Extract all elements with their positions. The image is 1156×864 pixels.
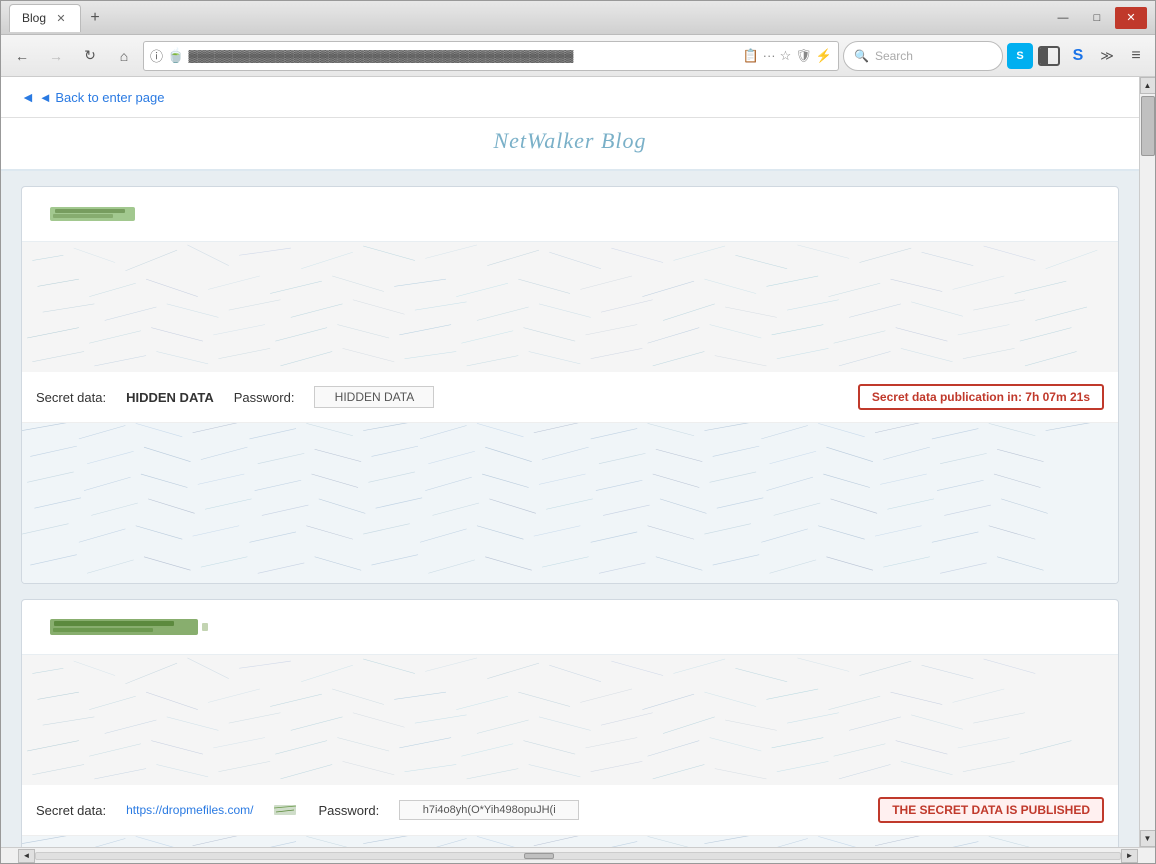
card-2-title-area bbox=[36, 610, 1104, 644]
scroll-thumb[interactable] bbox=[1141, 96, 1155, 156]
home-button[interactable]: ⌂ bbox=[109, 41, 139, 71]
h-scrollbar-track bbox=[35, 852, 1121, 860]
horizontal-scrollbar[interactable]: ◄ ► bbox=[1, 847, 1155, 863]
forward-button[interactable]: → bbox=[41, 41, 71, 71]
tab-title: Blog bbox=[22, 11, 46, 25]
site-header: NetWalker Blog bbox=[1, 118, 1139, 171]
minimize-button[interactable]: — bbox=[1047, 7, 1079, 29]
new-tab-button[interactable]: + bbox=[81, 4, 109, 32]
address-bar[interactable]: ⓘ 🍵 ▓▓▓▓▓▓▓▓▓▓▓▓▓▓▓▓▓▓▓▓▓▓▓▓▓▓▓▓▓▓▓▓▓▓▓▓… bbox=[143, 41, 839, 71]
card-2-status-badge: THE SECRET DATA IS PUBLISHED bbox=[878, 797, 1104, 823]
blog-container: Secret data: HIDDEN DATA Password: HIDDE… bbox=[1, 171, 1139, 847]
site-title: NetWalker Blog bbox=[21, 128, 1119, 154]
card-1-secret-label: Secret data: bbox=[36, 390, 106, 405]
reload-button[interactable]: ↻ bbox=[75, 41, 105, 71]
sidebar-toggle-button[interactable] bbox=[1036, 43, 1062, 69]
more-tools-button[interactable]: ≫ bbox=[1094, 43, 1120, 69]
card-1-title-area bbox=[36, 197, 1104, 231]
title-scribble-icon bbox=[50, 205, 140, 223]
zap-icon: ⚡ bbox=[816, 48, 832, 64]
card-2-noise-bottom bbox=[22, 836, 1118, 847]
title-scribble-2-icon bbox=[50, 618, 210, 636]
card-1-header bbox=[22, 187, 1118, 242]
vertical-scrollbar[interactable]: ▲ ▼ bbox=[1139, 77, 1155, 847]
card-1-noise-bottom bbox=[22, 423, 1118, 583]
content-area[interactable]: ◄ ◄ Back to enter page NetWalker Blog bbox=[1, 77, 1139, 847]
title-bar: Blog ✕ + — □ ✕ bbox=[1, 1, 1155, 35]
card-2-password-label: Password: bbox=[319, 803, 380, 818]
card-2-secret-link[interactable]: https://dropmefiles.com/ bbox=[126, 803, 253, 817]
card-1-password-value: HIDDEN DATA bbox=[314, 386, 434, 408]
search-bar[interactable]: 🔍 Search bbox=[843, 41, 1003, 71]
nav-bar: ← → ↻ ⌂ ⓘ 🍵 ▓▓▓▓▓▓▓▓▓▓▓▓▓▓▓▓▓▓▓▓▓▓▓▓▓▓▓▓… bbox=[1, 35, 1155, 77]
search-icon: 🔍 bbox=[854, 49, 869, 63]
info-icon: ⓘ bbox=[150, 46, 163, 65]
page-content: ◄ ◄ Back to enter page NetWalker Blog bbox=[1, 77, 1139, 847]
bookmark-icon: 📋 bbox=[742, 48, 758, 64]
card-1-password-label: Password: bbox=[234, 390, 295, 405]
skype-button[interactable]: S bbox=[1007, 43, 1033, 69]
close-button[interactable]: ✕ bbox=[1115, 7, 1147, 29]
card-2-header bbox=[22, 600, 1118, 655]
content-wrapper: ◄ ◄ Back to enter page NetWalker Blog bbox=[1, 77, 1155, 847]
scroll-up-button[interactable]: ▲ bbox=[1140, 77, 1156, 94]
card-1-secret-value: HIDDEN DATA bbox=[126, 390, 214, 405]
address-text: ▓▓▓▓▓▓▓▓▓▓▓▓▓▓▓▓▓▓▓▓▓▓▓▓▓▓▓▓▓▓▓▓▓▓▓▓▓▓▓▓… bbox=[188, 49, 738, 63]
card-1-noise-top bbox=[22, 242, 1118, 372]
blog-card-2: Secret data: https://dropmefiles.com/ Pa… bbox=[21, 599, 1119, 847]
sync-button[interactable]: S bbox=[1065, 43, 1091, 69]
star-icon: ☆ bbox=[780, 48, 792, 64]
sidebar-icon bbox=[1038, 46, 1060, 66]
h-scroll-left-button[interactable]: ◄ bbox=[18, 849, 35, 863]
card-2-secret-label: Secret data: bbox=[36, 803, 106, 818]
menu-button[interactable]: ≡ bbox=[1123, 43, 1149, 69]
browser-window: Blog ✕ + — □ ✕ ← → ↻ ⌂ ⓘ 🍵 ▓▓▓▓▓▓▓▓▓▓▓▓▓… bbox=[0, 0, 1156, 864]
back-link-text: ◄ Back to enter page bbox=[39, 90, 165, 105]
scroll-down-button[interactable]: ▼ bbox=[1140, 830, 1156, 847]
h-scroll-right-button[interactable]: ► bbox=[1121, 849, 1138, 863]
search-placeholder: Search bbox=[875, 49, 913, 63]
active-tab[interactable]: Blog ✕ bbox=[9, 4, 81, 32]
back-to-enter-link[interactable]: ◄ ◄ Back to enter page bbox=[21, 89, 164, 105]
maximize-button[interactable]: □ bbox=[1081, 7, 1113, 29]
more-icon: ··· bbox=[763, 48, 776, 63]
shield-icon: 🛡 bbox=[795, 48, 812, 64]
card-2-password-value: h7i4o8yh(O*Yih498opuJH(i bbox=[399, 800, 579, 820]
browser-tools: S S ≫ ≡ bbox=[1007, 43, 1149, 69]
card-1-status-badge: Secret data publication in: 7h 07m 21s bbox=[858, 384, 1104, 410]
card-1-info: Secret data: HIDDEN DATA Password: HIDDE… bbox=[22, 372, 1118, 423]
h-scroll-thumb[interactable] bbox=[524, 853, 554, 859]
window-controls: — □ ✕ bbox=[1047, 7, 1147, 29]
tab-close-button[interactable]: ✕ bbox=[54, 11, 68, 25]
back-arrow-icon: ◄ bbox=[21, 89, 35, 105]
blog-card-1: Secret data: HIDDEN DATA Password: HIDDE… bbox=[21, 186, 1119, 584]
card-2-link-noise-icon bbox=[274, 803, 299, 817]
card-2-info: Secret data: https://dropmefiles.com/ Pa… bbox=[22, 785, 1118, 836]
card-2-noise-top bbox=[22, 655, 1118, 785]
back-bar: ◄ ◄ Back to enter page bbox=[1, 77, 1139, 118]
site-security-icon: 🍵 bbox=[167, 47, 184, 64]
back-button[interactable]: ← bbox=[7, 41, 37, 71]
